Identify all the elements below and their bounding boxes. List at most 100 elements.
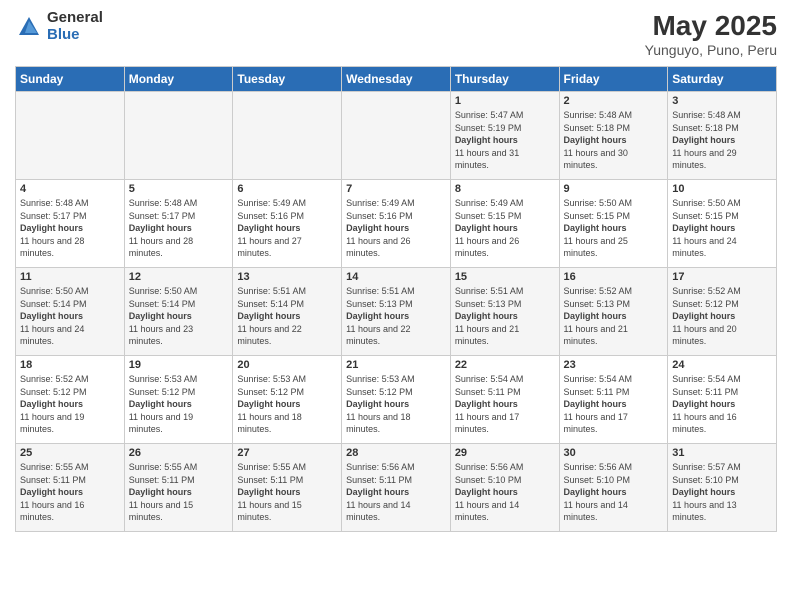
daylight-label: Daylight hours [346,223,409,233]
day-number: 27 [237,447,337,459]
day-number: 11 [20,271,120,283]
daylight-label: Daylight hours [455,223,518,233]
day-number: 3 [672,95,772,107]
day-number: 25 [20,447,120,459]
calendar-cell [16,92,125,180]
daylight-label: Daylight hours [20,311,83,321]
calendar-cell: 1Sunrise: 5:47 AMSunset: 5:19 PMDaylight… [450,92,559,180]
daylight-label: Daylight hours [237,223,300,233]
subtitle: Yunguyo, Puno, Peru [645,42,777,58]
day-number: 22 [455,359,555,371]
day-detail: Sunrise: 5:49 AMSunset: 5:16 PMDaylight … [346,197,446,260]
day-number: 18 [20,359,120,371]
header-monday: Monday [124,67,233,92]
day-detail: Sunrise: 5:49 AMSunset: 5:16 PMDaylight … [237,197,337,260]
day-detail: Sunrise: 5:51 AMSunset: 5:13 PMDaylight … [455,285,555,348]
calendar-cell: 23 Sunrise: 5:54 AMSunset: 5:11 PMDayligh… [559,356,668,444]
daylight-label: Daylight hours [455,311,518,321]
day-detail: Sunrise: 5:54 AMSunset: 5:11 PMDaylight … [564,373,664,436]
day-detail: Sunrise: 5:50 AMSunset: 5:15 PMDaylight … [672,197,772,260]
calendar-cell: 4 Sunrise: 5:48 AMSunset: 5:17 PMDaylight… [16,180,125,268]
daylight-label: Daylight hours [672,223,735,233]
calendar-header: Sunday Monday Tuesday Wednesday Thursday… [16,67,777,92]
logo-general-text: General [47,10,103,27]
title-block: May 2025 Yunguyo, Puno, Peru [645,10,777,58]
header-tuesday: Tuesday [233,67,342,92]
day-detail: Sunrise: 5:54 AMSunset: 5:11 PMDaylight … [455,373,555,436]
day-number: 19 [129,359,229,371]
calendar-cell: 6 Sunrise: 5:49 AMSunset: 5:16 PMDaylight… [233,180,342,268]
daylight-label: Daylight hours [564,487,627,497]
daylight-label: Daylight hours [129,311,192,321]
calendar-cell [233,92,342,180]
calendar-week-row: 1Sunrise: 5:47 AMSunset: 5:19 PMDaylight… [16,92,777,180]
calendar-cell: 20Sunrise: 5:53 AMSunset: 5:12 PMDayligh… [233,356,342,444]
day-detail: Sunrise: 5:52 AMSunset: 5:12 PMDaylight … [672,285,772,348]
daylight-label: Daylight hours [564,135,627,145]
daylight-label: Daylight hours [129,399,192,409]
calendar-cell: 24 Sunrise: 5:54 AMSunset: 5:11 PMDayligh… [668,356,777,444]
daylight-label: Daylight hours [564,399,627,409]
calendar-cell: 16Sunrise: 5:52 AMSunset: 5:13 PMDayligh… [559,268,668,356]
calendar-cell: 22 Sunrise: 5:54 AMSunset: 5:11 PMDayligh… [450,356,559,444]
day-detail: Sunrise: 5:56 AMSunset: 5:10 PMDaylight … [564,461,664,524]
calendar-cell: 18Sunrise: 5:52 AMSunset: 5:12 PMDayligh… [16,356,125,444]
calendar-cell: 25 Sunrise: 5:55 AMSunset: 5:11 PMDayligh… [16,444,125,532]
day-detail: Sunrise: 5:48 AMSunset: 5:18 PMDaylight … [672,109,772,172]
day-detail: Sunrise: 5:53 AMSunset: 5:12 PMDaylight … [237,373,337,436]
day-detail: Sunrise: 5:53 AMSunset: 5:12 PMDaylight … [129,373,229,436]
day-number: 6 [237,183,337,195]
calendar-week-row: 18Sunrise: 5:52 AMSunset: 5:12 PMDayligh… [16,356,777,444]
day-detail: Sunrise: 5:48 AMSunset: 5:17 PMDaylight … [20,197,120,260]
day-detail: Sunrise: 5:51 AMSunset: 5:13 PMDaylight … [346,285,446,348]
day-number: 24 [672,359,772,371]
daylight-label: Daylight hours [237,311,300,321]
calendar-table: Sunday Monday Tuesday Wednesday Thursday… [15,66,777,532]
daylight-label: Daylight hours [672,487,735,497]
day-detail: Sunrise: 5:54 AMSunset: 5:11 PMDaylight … [672,373,772,436]
day-detail: Sunrise: 5:56 AMSunset: 5:10 PMDaylight … [455,461,555,524]
day-detail: Sunrise: 5:57 AMSunset: 5:10 PMDaylight … [672,461,772,524]
calendar-cell: 13Sunrise: 5:51 AMSunset: 5:14 PMDayligh… [233,268,342,356]
header-friday: Friday [559,67,668,92]
day-detail: Sunrise: 5:55 AMSunset: 5:11 PMDaylight … [237,461,337,524]
calendar-cell: 15Sunrise: 5:51 AMSunset: 5:13 PMDayligh… [450,268,559,356]
day-detail: Sunrise: 5:55 AMSunset: 5:11 PMDaylight … [129,461,229,524]
day-number: 4 [20,183,120,195]
day-number: 7 [346,183,446,195]
calendar-cell: 12Sunrise: 5:50 AMSunset: 5:14 PMDayligh… [124,268,233,356]
calendar-cell: 27 Sunrise: 5:55 AMSunset: 5:11 PMDayligh… [233,444,342,532]
daylight-label: Daylight hours [346,399,409,409]
daylight-label: Daylight hours [129,487,192,497]
calendar-cell: 28Sunrise: 5:56 AMSunset: 5:11 PMDayligh… [342,444,451,532]
calendar-cell [124,92,233,180]
day-number: 13 [237,271,337,283]
daylight-label: Daylight hours [20,223,83,233]
daylight-label: Daylight hours [237,487,300,497]
logo-blue-text: Blue [47,27,103,44]
calendar-page: General Blue May 2025 Yunguyo, Puno, Per… [0,0,792,612]
day-detail: Sunrise: 5:49 AMSunset: 5:15 PMDaylight … [455,197,555,260]
logo-icon [15,13,43,41]
day-detail: Sunrise: 5:47 AMSunset: 5:19 PMDaylight … [455,109,555,172]
weekday-header-row: Sunday Monday Tuesday Wednesday Thursday… [16,67,777,92]
day-number: 9 [564,183,664,195]
day-detail: Sunrise: 5:55 AMSunset: 5:11 PMDaylight … [20,461,120,524]
daylight-label: Daylight hours [672,311,735,321]
daylight-label: Daylight hours [237,399,300,409]
header: General Blue May 2025 Yunguyo, Puno, Per… [15,10,777,58]
day-number: 23 [564,359,664,371]
day-number: 16 [564,271,664,283]
calendar-cell: 8Sunrise: 5:49 AMSunset: 5:15 PMDaylight… [450,180,559,268]
calendar-cell: 31 Sunrise: 5:57 AMSunset: 5:10 PMDayligh… [668,444,777,532]
daylight-label: Daylight hours [455,135,518,145]
daylight-label: Daylight hours [20,399,83,409]
calendar-cell: 2Sunrise: 5:48 AMSunset: 5:18 PMDaylight… [559,92,668,180]
day-number: 21 [346,359,446,371]
calendar-cell [342,92,451,180]
calendar-cell: 21Sunrise: 5:53 AMSunset: 5:12 PMDayligh… [342,356,451,444]
day-number: 2 [564,95,664,107]
calendar-cell: 30Sunrise: 5:56 AMSunset: 5:10 PMDayligh… [559,444,668,532]
day-number: 31 [672,447,772,459]
calendar-cell: 26Sunrise: 5:55 AMSunset: 5:11 PMDayligh… [124,444,233,532]
